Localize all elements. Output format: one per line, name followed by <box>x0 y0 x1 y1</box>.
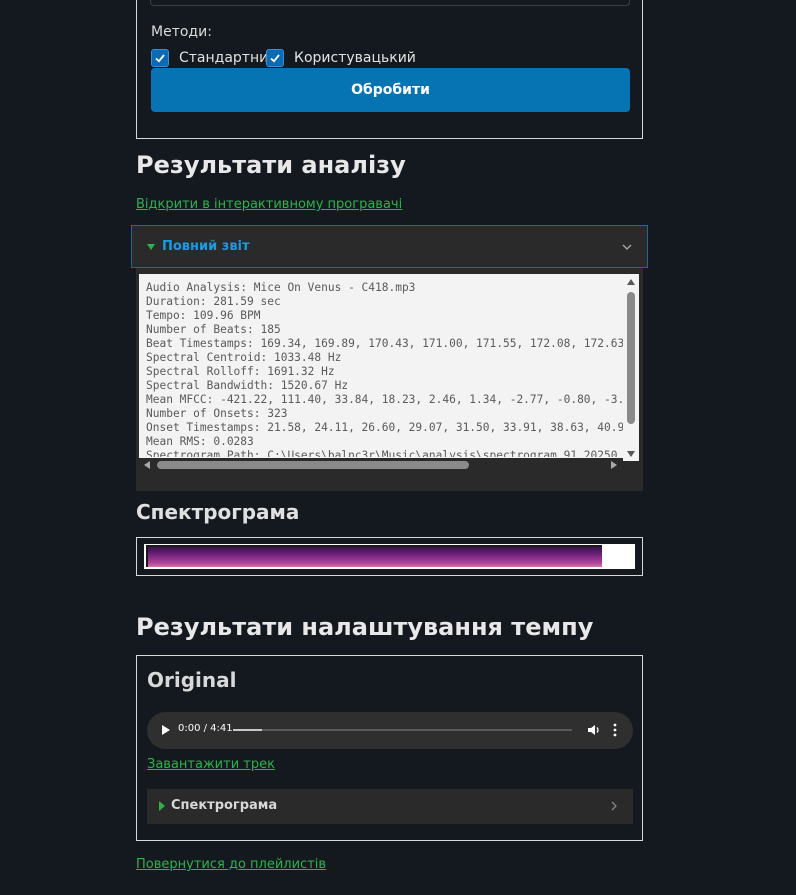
audio-progress-fill <box>233 729 262 731</box>
horizontal-scrollbar[interactable] <box>139 458 623 473</box>
method-standard-checkbox[interactable] <box>151 49 169 67</box>
full-report-summary[interactable]: Повний звіт <box>131 225 648 268</box>
collapsed-triangle-icon <box>159 801 165 811</box>
spectrogram-plot <box>146 545 602 567</box>
full-report-title: Повний звіт <box>162 239 250 254</box>
check-icon <box>155 54 165 63</box>
scroll-right-icon[interactable] <box>611 461 617 469</box>
report-text: Audio Analysis: Mice On Venus - C418.mp3… <box>146 281 625 457</box>
analysis-heading: Результати аналізу <box>136 151 406 179</box>
open-player-link[interactable]: Відкрити в інтерактивному програвачі <box>136 197 402 212</box>
report-text-box[interactable]: Audio Analysis: Mice On Venus - C418.mp3… <box>139 274 639 461</box>
full-report-body: Audio Analysis: Mice On Venus - C418.mp3… <box>136 268 643 491</box>
scroll-left-icon[interactable] <box>144 461 150 469</box>
play-icon[interactable] <box>162 725 170 735</box>
vertical-scrollbar[interactable] <box>623 274 639 460</box>
volume-icon[interactable] <box>587 723 601 737</box>
tempo-heading: Результати налаштування темпу <box>136 613 594 641</box>
expanded-triangle-icon <box>147 244 155 250</box>
horizontal-scroll-thumb[interactable] <box>157 461 469 469</box>
audio-player[interactable]: 0:00 / 4:41 <box>147 712 633 749</box>
method-custom-label: Користувацький <box>294 50 416 66</box>
tempo-result-card: Original 0:00 / 4:41 Завантажити трек Сп… <box>136 655 643 841</box>
audio-time: 0:00 / 4:41 <box>178 723 233 734</box>
spectrogram-image <box>144 544 635 569</box>
tempo-spectrogram-summary[interactable]: Спектрограма <box>147 789 633 824</box>
scroll-down-icon[interactable] <box>627 451 635 457</box>
form-input-field[interactable] <box>150 0 630 6</box>
chevron-right-icon <box>611 801 617 811</box>
methods-label: Методи: <box>151 24 212 40</box>
chevron-down-icon <box>622 244 632 250</box>
method-custom-checkbox[interactable] <box>266 49 284 67</box>
vertical-scroll-thumb[interactable] <box>627 292 635 424</box>
download-track-link[interactable]: Завантажити трек <box>147 757 275 772</box>
spectrogram-border <box>148 545 602 547</box>
method-standard-label: Стандартний <box>179 50 278 66</box>
tempo-spectrogram-title: Спектрограма <box>171 798 278 813</box>
original-title: Original <box>147 668 237 692</box>
spectrogram-heading: Спектрограма <box>136 500 300 524</box>
audio-progress-track[interactable] <box>233 729 572 731</box>
back-to-playlists-link[interactable]: Повернутися до плейлистів <box>136 857 326 872</box>
process-button[interactable]: Обробити <box>151 68 630 112</box>
processing-form: Методи: Стандартний Користувацький Оброб… <box>136 0 643 139</box>
more-options-icon[interactable] <box>613 723 617 737</box>
check-icon <box>270 54 280 63</box>
scroll-up-icon[interactable] <box>627 279 635 285</box>
spectrogram-frame <box>136 537 643 576</box>
